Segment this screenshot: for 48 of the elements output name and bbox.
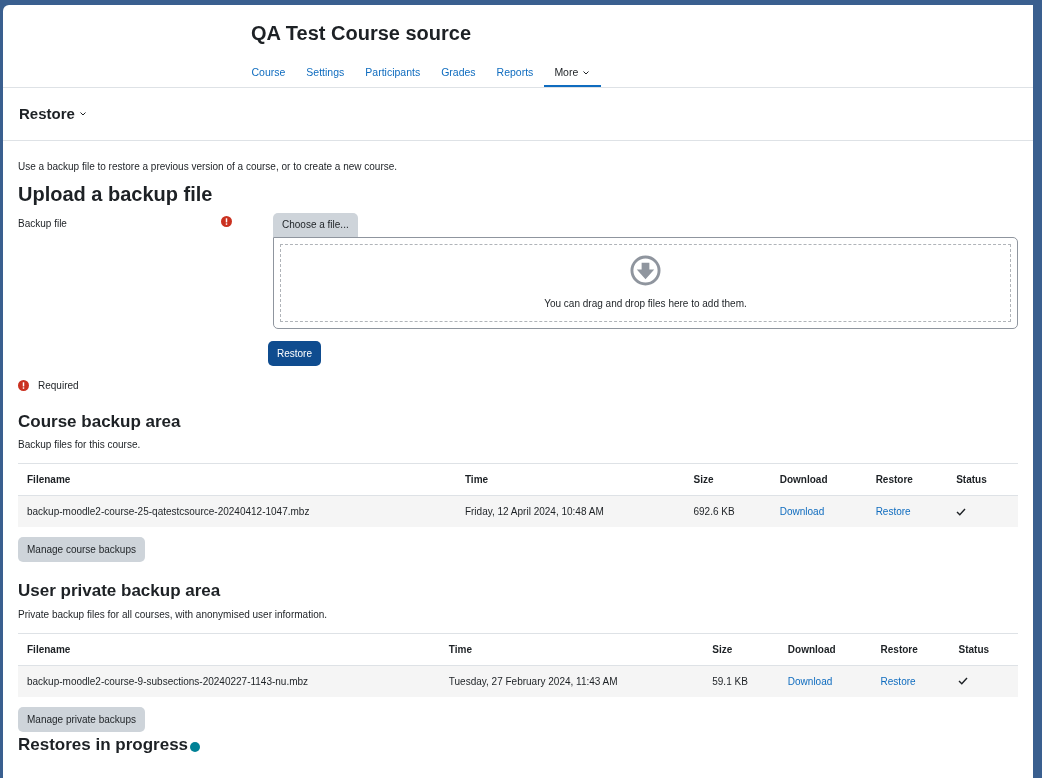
caret-icon <box>582 68 591 77</box>
nav-tab[interactable]: Participants <box>354 60 431 87</box>
section-description: Backup files for this course. <box>18 437 142 452</box>
column-header: Download <box>770 463 867 496</box>
manage-backups-button[interactable]: Manage private backups <box>18 707 145 732</box>
help-icon[interactable] <box>190 742 201 753</box>
page-menu-dropdown[interactable]: Restore <box>19 102 87 126</box>
upload-heading: Upload a backup file <box>18 182 214 206</box>
restore-button[interactable]: Restore <box>268 340 321 366</box>
section-heading: User private backup area <box>18 580 222 602</box>
required-note: Required <box>38 378 79 393</box>
table-cell: 692.6 KB <box>684 495 771 528</box>
download-link[interactable]: Download <box>787 675 833 687</box>
restore-link[interactable]: Restore <box>875 506 911 517</box>
column-header: Size <box>684 463 771 496</box>
table-cell: Friday, 12 April 2024, 10:48 AM <box>455 495 685 528</box>
column-header: Time <box>439 633 704 665</box>
choose-file-button[interactable]: Choose a file... <box>273 212 358 237</box>
section-heading: Restores in progress <box>18 734 189 756</box>
nav-tab[interactable]: More <box>543 60 601 87</box>
course-title: QA Test Course source <box>250 21 473 45</box>
field-label: Backup file <box>18 217 67 231</box>
column-header: Restore <box>871 633 950 665</box>
section-description: Private backup files for all courses, with anonymised user information. <box>18 607 329 622</box>
file-dropzone[interactable]: You can drag and drop files here to add them. <box>273 236 1018 329</box>
column-header: Filename <box>18 633 440 665</box>
table-cell: backup-moodle2-course-9-subsections-20240227-1143-nu.mbz <box>18 665 440 697</box>
nav-tab[interactable]: Course <box>241 60 296 87</box>
nav-tab[interactable]: Grades <box>430 60 487 87</box>
table-cell: 59.1 KB <box>703 665 779 697</box>
section-heading: Course backup area <box>18 410 182 432</box>
manage-backups-button[interactable]: Manage course backups <box>18 537 145 563</box>
column-header: Status <box>949 633 1018 665</box>
nav-tab[interactable]: Settings <box>295 60 355 87</box>
caret-icon <box>78 110 87 118</box>
column-header: Restore <box>866 463 948 496</box>
column-header: Time <box>455 463 685 496</box>
column-header: Download <box>778 633 872 665</box>
column-header: Filename <box>18 463 456 496</box>
download-link[interactable]: Download <box>779 506 825 517</box>
dropzone-text: You can drag and drop files here to add them. <box>544 296 747 311</box>
nav-tab[interactable]: Reports <box>486 60 544 87</box>
table-cell: Tuesday, 27 February 2024, 11:43 AM <box>439 665 704 697</box>
intro-text: Use a backup file to restore a previous version of a course, or to create a new course. <box>18 160 399 174</box>
column-header: Size <box>703 633 779 665</box>
column-header: Status <box>947 463 1018 496</box>
table-cell: backup-moodle2-course-25-qatestcsource-20240412-1047.mbz <box>18 495 456 528</box>
restore-link[interactable]: Restore <box>880 675 916 687</box>
